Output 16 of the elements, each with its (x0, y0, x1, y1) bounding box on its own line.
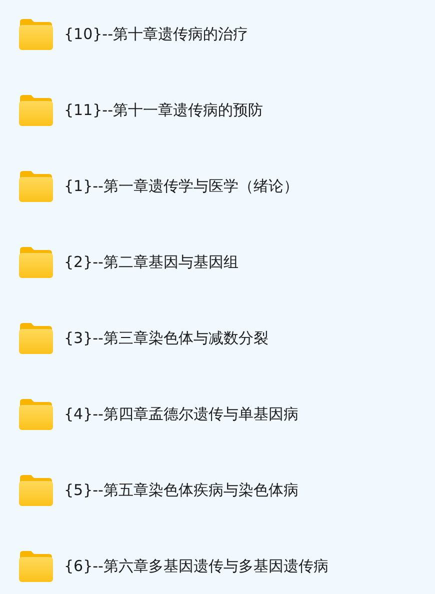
folder-name[interactable]: {2}--第二章基因与基因组 (64, 252, 238, 272)
folder-icon[interactable] (18, 474, 54, 506)
folder-icon[interactable] (18, 246, 54, 278)
folder-name[interactable]: {4}--第四章孟德尔遗传与单基因病 (64, 404, 298, 424)
folder-icon[interactable] (18, 550, 54, 582)
folder-name[interactable]: {6}--第六章多基因遗传与多基因遗传病 (64, 556, 328, 576)
folder-icon[interactable] (18, 170, 54, 202)
folder-name[interactable]: {11}--第十一章遗传病的预防 (64, 100, 263, 120)
folder-icon[interactable] (18, 18, 54, 50)
folder-name[interactable]: {10}--第十章遗传病的治疗 (64, 24, 248, 44)
folder-icon[interactable] (18, 322, 54, 354)
folder-name[interactable]: {1}--第一章遗传学与医学（绪论） (64, 176, 298, 196)
folder-icon[interactable] (18, 398, 54, 430)
folder-icon[interactable] (18, 94, 54, 126)
folder-name[interactable]: {3}--第三章染色体与减数分裂 (64, 328, 268, 348)
folder-name[interactable]: {5}--第五章染色体疾病与染色体病 (64, 480, 298, 500)
